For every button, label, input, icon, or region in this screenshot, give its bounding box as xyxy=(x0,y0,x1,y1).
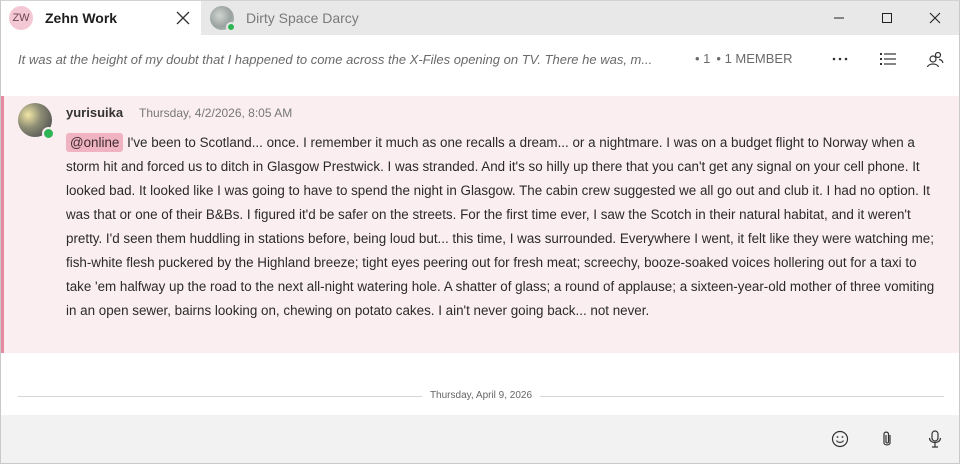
minimize-icon xyxy=(834,17,844,19)
message-body: @online I've been to Scotland... once. I… xyxy=(66,131,936,323)
members-icon xyxy=(926,51,944,68)
member-count[interactable]: • 1 MEMBER xyxy=(716,51,792,66)
message-author[interactable]: yurisuika xyxy=(66,105,123,120)
attach-button[interactable] xyxy=(876,428,898,450)
message-timestamp: Thursday, 4/2/2026, 8:05 AM xyxy=(139,106,293,120)
emoji-icon xyxy=(831,430,849,448)
tab-dirty-space-darcy[interactable]: Dirty Space Darcy xyxy=(201,1,501,35)
message-composer[interactable] xyxy=(1,415,959,463)
divider-date: Thursday, April 9, 2026 xyxy=(421,390,541,401)
channel-header: It was at the height of my doubt that I … xyxy=(1,35,959,85)
channel-topic[interactable]: It was at the height of my doubt that I … xyxy=(18,52,678,67)
microphone-button[interactable] xyxy=(924,428,946,450)
members-button[interactable] xyxy=(924,48,946,70)
message-text: I've been to Scotland... once. I remembe… xyxy=(66,135,935,318)
online-status-icon xyxy=(42,127,55,140)
mention-pill[interactable]: @online xyxy=(66,133,124,152)
emoji-button[interactable] xyxy=(829,428,851,450)
more-button[interactable] xyxy=(829,48,851,70)
avatar xyxy=(210,6,236,32)
tab-avatar-initials: ZW xyxy=(9,6,33,30)
more-icon xyxy=(832,57,848,61)
list-icon xyxy=(880,53,896,65)
message-count: • 1 xyxy=(695,51,711,66)
channel-meta: • 1 • 1 MEMBER xyxy=(695,51,792,66)
close-icon[interactable] xyxy=(173,8,193,28)
avatar[interactable] xyxy=(18,103,55,140)
tab-label: Zehn Work xyxy=(45,10,118,26)
maximize-icon xyxy=(882,13,892,23)
minimize-button[interactable] xyxy=(815,1,863,35)
window-controls xyxy=(815,1,959,35)
date-divider: Thursday, April 9, 2026 xyxy=(18,387,944,407)
online-status-icon xyxy=(226,22,236,32)
message-item[interactable]: yurisuika Thursday, 4/2/2026, 8:05 AM @o… xyxy=(1,96,959,353)
window-close-button[interactable] xyxy=(911,1,959,35)
attach-icon xyxy=(883,431,891,446)
close-icon xyxy=(929,12,941,24)
tab-label: Dirty Space Darcy xyxy=(246,10,359,26)
thread-list-button[interactable] xyxy=(877,48,899,70)
microphone-icon xyxy=(928,430,942,448)
app-window: ZW Zehn Work Dirty Space Darcy It was at… xyxy=(0,0,960,464)
tab-zehn-work[interactable]: ZW Zehn Work xyxy=(1,1,201,35)
title-bar: ZW Zehn Work Dirty Space Darcy xyxy=(1,1,959,35)
maximize-button[interactable] xyxy=(863,1,911,35)
